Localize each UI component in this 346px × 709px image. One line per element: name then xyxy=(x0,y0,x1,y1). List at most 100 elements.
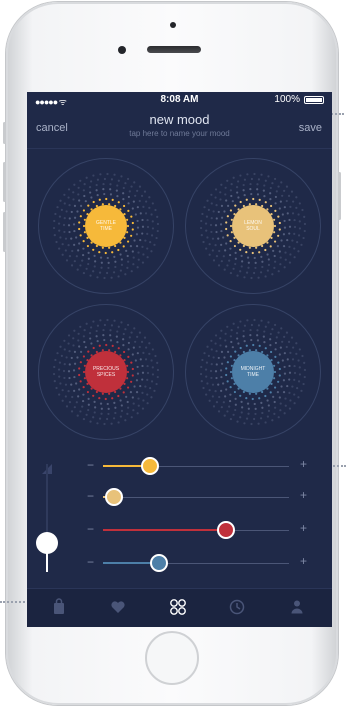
increase-button[interactable]: + xyxy=(300,457,307,471)
dial-dot xyxy=(120,263,124,266)
increase-button[interactable]: + xyxy=(300,488,307,502)
dial-dot xyxy=(58,393,61,396)
dial-dot xyxy=(88,186,92,189)
scent-dial-gentle-time[interactable]: GENTLE TIME xyxy=(38,158,174,294)
dial-dot xyxy=(271,328,274,331)
dial-dot xyxy=(64,395,67,398)
nav-header: cancel new mood tap here to name your mo… xyxy=(27,108,332,149)
dial-dot xyxy=(277,215,280,218)
dial-dot xyxy=(285,331,289,334)
dial-dot xyxy=(92,394,95,397)
slider-knob[interactable] xyxy=(105,488,124,506)
slider-knob[interactable] xyxy=(216,521,235,539)
dial-dot xyxy=(114,411,117,415)
dial-dot xyxy=(63,202,66,205)
dial-dot xyxy=(243,422,246,425)
dial-dot xyxy=(293,402,296,405)
dial-dot xyxy=(136,219,139,223)
dial-dot xyxy=(212,259,216,262)
dial-dot xyxy=(93,400,96,403)
dial-dot xyxy=(281,194,284,197)
dial-dot xyxy=(67,224,71,227)
dial-dot xyxy=(219,337,222,340)
person-icon[interactable] xyxy=(287,597,307,617)
name-mood-hint[interactable]: tap here to name your mood xyxy=(27,129,332,138)
dial-dot xyxy=(76,268,79,271)
dial-dot xyxy=(259,417,263,420)
master-intensity-slider[interactable] xyxy=(36,464,58,572)
dial-dot xyxy=(68,217,71,220)
bag-icon[interactable] xyxy=(49,597,69,617)
dial-dot xyxy=(269,198,272,201)
increase-button[interactable]: + xyxy=(300,521,307,535)
home-button[interactable] xyxy=(145,631,199,685)
dial-dot xyxy=(207,354,210,357)
dial-dot xyxy=(220,216,224,219)
slider-knob[interactable] xyxy=(140,457,159,475)
decrease-button[interactable]: − xyxy=(87,522,94,536)
scent-dial-precious-spices[interactable]: PRECIOUS SPICES xyxy=(38,304,174,440)
dial-dot xyxy=(78,227,81,231)
dial-dot xyxy=(58,375,61,378)
dial-dot xyxy=(99,173,102,176)
dial-dot xyxy=(138,331,142,334)
dial-dot xyxy=(247,407,250,410)
dial-dot xyxy=(218,249,221,253)
scent-slider-gentle-time[interactable]: − + xyxy=(87,457,307,475)
dial-dot xyxy=(79,380,82,383)
decrease-button[interactable]: − xyxy=(87,489,94,503)
dial-dot xyxy=(85,267,88,270)
dial-dot xyxy=(251,397,254,401)
dial-dot xyxy=(269,391,272,394)
dial-dot xyxy=(109,188,112,191)
scent-dial-lemon-soul[interactable]: LEMON SOUL xyxy=(185,158,321,294)
dial-dot xyxy=(257,324,261,327)
dial-dot xyxy=(293,247,296,250)
dial-dot xyxy=(156,361,159,364)
dial-dot xyxy=(94,260,97,263)
scent-dial-midnight-time[interactable]: MIDNIGHT TIME xyxy=(185,304,321,440)
dial-dot xyxy=(272,249,275,252)
dial-dot xyxy=(52,226,56,230)
dial-dot xyxy=(222,382,225,385)
save-button[interactable]: save xyxy=(299,122,322,134)
dial-dot xyxy=(273,386,277,389)
dial-dot xyxy=(225,388,228,391)
dial-dot xyxy=(277,361,280,364)
dial-dot xyxy=(226,264,229,267)
dial-dot xyxy=(87,408,90,412)
dial-dot xyxy=(217,237,220,240)
dial-dot xyxy=(263,341,266,344)
dial-dot xyxy=(220,260,223,263)
dial-dot xyxy=(264,248,267,252)
dial-dot xyxy=(246,173,249,176)
dial-dot xyxy=(115,189,118,192)
decrease-button[interactable]: − xyxy=(87,555,94,569)
dial-dot xyxy=(206,199,209,202)
scent-slider-lemon-soul[interactable]: − + xyxy=(87,488,307,506)
slider-knob[interactable] xyxy=(149,554,168,572)
dial-dot xyxy=(234,262,237,266)
dial-dot xyxy=(219,369,223,372)
dial-dot xyxy=(282,379,286,382)
scent-slider-midnight-time[interactable]: − + xyxy=(87,554,307,572)
dial-dot xyxy=(79,234,82,237)
clock-icon[interactable] xyxy=(227,597,247,617)
master-slider-knob[interactable] xyxy=(36,531,58,554)
dial-dot xyxy=(101,392,104,395)
dial-dot xyxy=(215,217,218,220)
dial-dot xyxy=(214,243,217,247)
grid-circles-icon[interactable] xyxy=(168,597,188,617)
dial-dot xyxy=(82,247,85,250)
dial-dot xyxy=(122,338,125,341)
dial-dot xyxy=(117,248,120,252)
increase-button[interactable]: + xyxy=(300,554,307,568)
scent-slider-precious-spices[interactable]: − + xyxy=(87,521,307,539)
dial-dot xyxy=(293,218,296,222)
dial-dot xyxy=(156,368,160,372)
dial-dot xyxy=(76,414,79,417)
decrease-button[interactable]: − xyxy=(87,458,94,472)
dial-dot xyxy=(297,380,301,383)
heart-icon[interactable] xyxy=(108,597,128,617)
dial-dot xyxy=(155,382,158,386)
